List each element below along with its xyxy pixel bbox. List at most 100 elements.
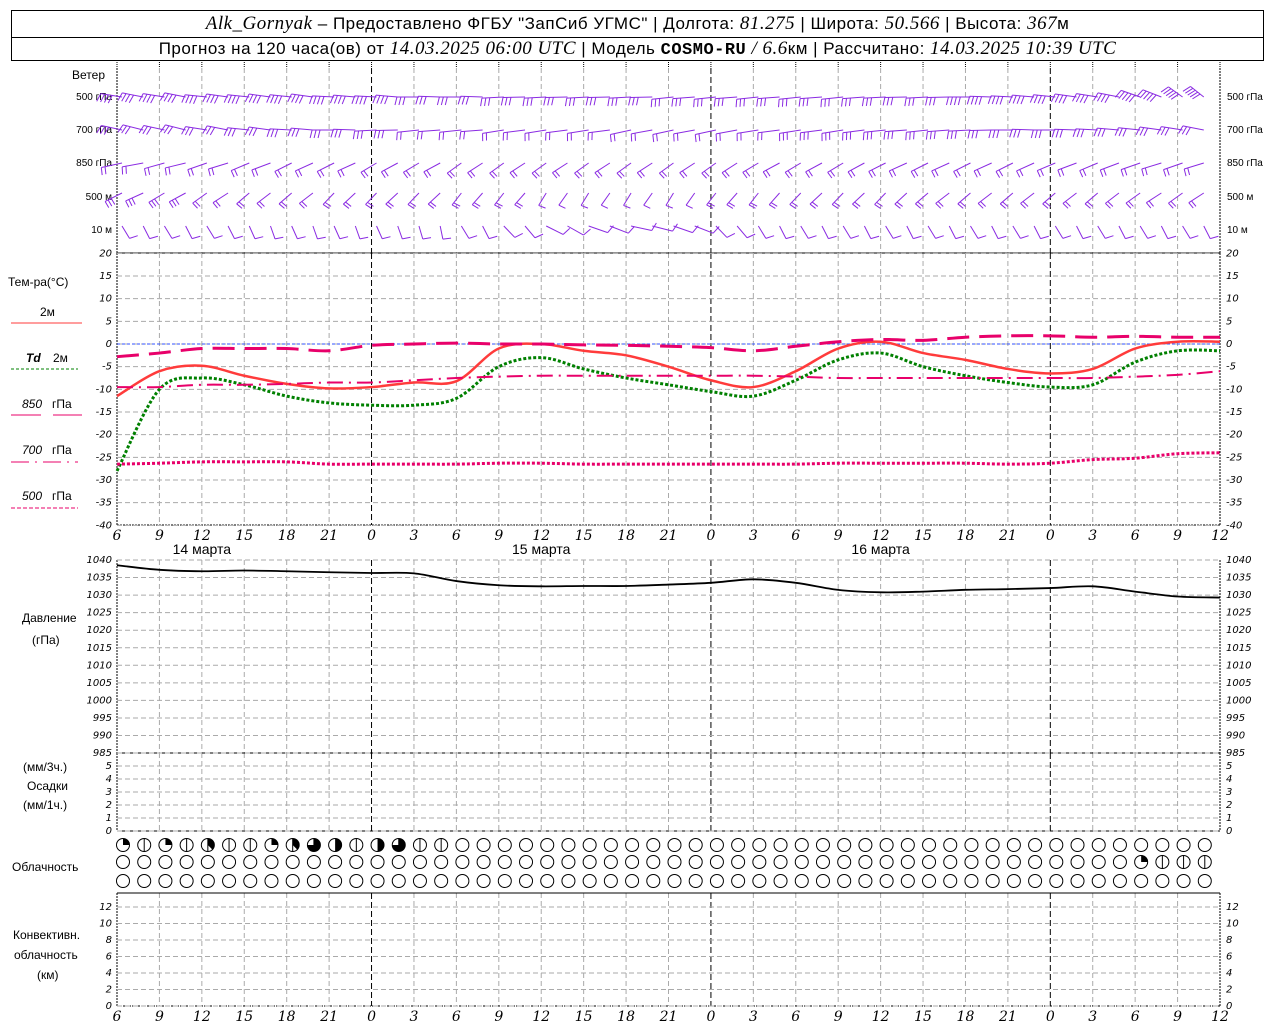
cloud-circle xyxy=(328,874,343,888)
wind-barb xyxy=(842,225,860,239)
wind-barb-feather xyxy=(398,96,402,106)
temp-xtick: 9 xyxy=(1173,528,1182,544)
wind-barb-shaft xyxy=(278,192,293,205)
wind-barb-shaft xyxy=(122,162,144,168)
wind-barb-shaft xyxy=(748,192,759,206)
wind-barb-shaft xyxy=(842,225,852,239)
wind-barb-feather xyxy=(1044,201,1051,207)
wind-barb xyxy=(143,162,165,176)
cloud-symbol xyxy=(179,874,194,888)
wind-barb-shaft xyxy=(659,162,674,174)
wind-barb-shaft xyxy=(1142,89,1162,98)
wind-barb-shaft xyxy=(970,225,979,239)
cloud-symbol xyxy=(625,838,640,852)
wind-barb xyxy=(762,162,780,179)
wind-barb-feather xyxy=(1040,169,1044,176)
wind-barb-feather xyxy=(748,204,756,209)
cloud-circle xyxy=(540,855,555,869)
wind-barb xyxy=(330,128,356,138)
wind-barb xyxy=(685,192,696,209)
wind-barb-shaft xyxy=(360,162,377,173)
wind-barb-shaft xyxy=(482,129,504,134)
wind-barb-feather xyxy=(611,97,614,106)
wind-barb xyxy=(1076,225,1092,240)
wind-barb xyxy=(616,162,632,179)
wind-barb-feather xyxy=(252,94,258,104)
wind-barb xyxy=(1125,192,1141,209)
wind-barb-feather xyxy=(298,95,304,104)
cloud-circle xyxy=(603,855,618,869)
temp-ytick-left: -10 xyxy=(96,384,112,395)
wind-barb-shaft xyxy=(588,225,608,234)
wind-barb-feather xyxy=(251,169,255,177)
cloud-symbol xyxy=(1176,838,1191,852)
wind-barb-shaft xyxy=(354,129,377,132)
wind-barb xyxy=(1012,225,1029,239)
wind-barb-feather xyxy=(277,95,283,105)
cloud-symbol xyxy=(1049,838,1064,852)
wind-barb-shaft xyxy=(768,192,780,205)
wind-barb-feather xyxy=(1097,128,1102,137)
wind-barb-feather xyxy=(416,131,419,140)
wind-barb-feather xyxy=(266,94,271,103)
wind-barb-feather xyxy=(244,126,250,136)
pressure-ytick-left: 1015 xyxy=(87,643,112,654)
wind-barb-feather xyxy=(1038,129,1042,139)
wind-barb-shaft xyxy=(616,162,632,174)
cloud-circle xyxy=(222,855,237,869)
wind-barb-feather xyxy=(376,95,381,104)
wind-barb-feather xyxy=(908,97,911,106)
cloud-circle xyxy=(1006,838,1021,852)
wind-barb-feather xyxy=(355,95,360,105)
side-labels: Ветер Тем-ра(°С) 2м Td 2м 850 гПа 700 гП… xyxy=(8,68,105,982)
wind-barb xyxy=(373,129,398,139)
wind-barb xyxy=(164,162,186,176)
wind-barb-feather xyxy=(706,204,714,209)
wind-barb-feather xyxy=(1029,94,1035,103)
wind-barb-feather xyxy=(721,172,728,179)
wind-barb xyxy=(567,225,591,236)
cloud-fill xyxy=(165,838,172,845)
wind-barb xyxy=(185,225,201,240)
cloud-circle xyxy=(519,855,534,869)
cloud-fill xyxy=(123,838,130,845)
wind-barb-feather xyxy=(352,131,356,140)
wind-barb-shaft xyxy=(874,192,886,205)
wind-barb-feather xyxy=(1079,94,1085,103)
wind-barb-shaft xyxy=(206,225,215,239)
cloud-circle xyxy=(370,874,385,888)
wind-barb xyxy=(1029,94,1056,105)
pressure-ytick-right: 1015 xyxy=(1226,643,1251,654)
wind-barb-feather xyxy=(547,97,550,106)
cloud-symbol xyxy=(922,855,937,869)
wind-barb xyxy=(256,192,271,209)
wind-barb-feather xyxy=(422,237,432,240)
wind-barb-feather xyxy=(1020,203,1026,209)
wind-barb-feather xyxy=(1041,95,1046,105)
wind-barb xyxy=(558,192,568,209)
cloud-circle xyxy=(582,855,597,869)
wind-barb-shaft xyxy=(125,192,144,202)
temp-ytick-left: -5 xyxy=(102,362,112,373)
wind-barb-shaft xyxy=(673,129,695,135)
wind-barb xyxy=(701,162,717,179)
wind-barb-feather xyxy=(1076,128,1081,138)
wind-barb-feather xyxy=(360,172,366,179)
temp-ytick-left: 0 xyxy=(106,339,112,350)
cloud-symbol xyxy=(731,874,746,888)
temp-ytick-right: 0 xyxy=(1226,339,1232,350)
wind-barb xyxy=(652,129,674,143)
wind-barb xyxy=(266,94,292,105)
wind-barb-shaft xyxy=(935,192,950,204)
wind-barb xyxy=(628,96,653,106)
wind-barb-feather xyxy=(234,169,238,176)
wind-barb-shaft xyxy=(1016,162,1035,172)
wind-barb-shaft xyxy=(652,225,673,232)
wind-barb-shaft xyxy=(489,162,505,174)
cloud-symbol xyxy=(243,855,258,869)
wind-barb xyxy=(376,225,391,240)
wind-barb-feather xyxy=(440,96,444,106)
wind-barb-feather xyxy=(946,131,950,140)
wind-barb xyxy=(594,162,611,179)
wind-barb-feather xyxy=(871,169,876,177)
